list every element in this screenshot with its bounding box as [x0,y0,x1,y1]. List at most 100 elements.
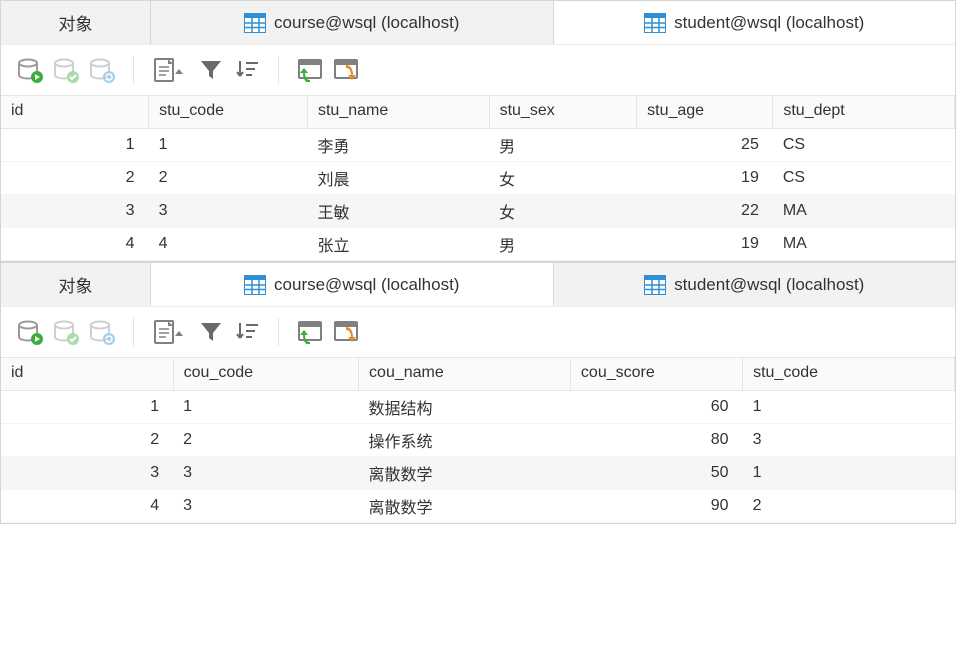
sort-button[interactable] [232,317,262,347]
course-table: id cou_code cou_name cou_score stu_code … [1,357,955,523]
cell-stu-name[interactable]: 王敏 [307,195,489,228]
cell-stu-dept[interactable]: CS [773,162,955,195]
col-stu-code[interactable]: stu_code [743,358,955,391]
col-stu-dept[interactable]: stu_dept [773,96,955,129]
table-row[interactable]: 43离散数学902 [1,490,955,523]
db-ok-button[interactable] [51,55,81,85]
export-button[interactable] [331,317,361,347]
table-icon [244,275,266,295]
cell-id[interactable]: 4 [1,490,173,523]
cell-stu-code[interactable]: 2 [149,162,308,195]
db-run-button[interactable] [15,317,45,347]
cell-cou-name[interactable]: 数据结构 [359,391,571,424]
col-id[interactable]: id [1,358,173,391]
cell-stu-dept[interactable]: MA [773,195,955,228]
cell-stu-age[interactable]: 25 [637,129,773,162]
cell-cou-code[interactable]: 3 [173,490,358,523]
cell-cou-code[interactable]: 2 [173,424,358,457]
sort-button[interactable] [232,55,262,85]
col-cou-score[interactable]: cou_score [570,358,742,391]
col-id[interactable]: id [1,96,149,129]
filter-button[interactable] [196,317,226,347]
col-stu-name[interactable]: stu_name [307,96,489,129]
cell-stu-sex[interactable]: 男 [489,129,637,162]
db-ok-button[interactable] [51,317,81,347]
tab-course[interactable]: course@wsql (localhost) [151,1,554,44]
toolbar-separator [278,318,279,346]
col-cou-name[interactable]: cou_name [359,358,571,391]
cell-stu-code[interactable]: 3 [743,424,955,457]
page-button[interactable] [150,55,190,85]
tab-objects-label: 对象 [59,10,93,35]
col-stu-sex[interactable]: stu_sex [489,96,637,129]
cell-cou-score[interactable]: 60 [570,391,742,424]
cell-stu-code[interactable]: 1 [149,129,308,162]
cell-stu-code[interactable]: 2 [743,490,955,523]
cell-cou-name[interactable]: 操作系统 [359,424,571,457]
table-row[interactable]: 11李勇男25CS [1,129,955,162]
cell-cou-score[interactable]: 90 [570,490,742,523]
tab-objects[interactable]: 对象 [1,263,151,306]
cell-id[interactable]: 3 [1,457,173,490]
tab-student[interactable]: student@wsql (localhost) [554,263,956,306]
cell-id[interactable]: 2 [1,424,173,457]
table-row[interactable]: 33王敏女22MA [1,195,955,228]
cell-stu-name[interactable]: 张立 [307,228,489,261]
cell-cou-code[interactable]: 3 [173,457,358,490]
col-stu-code[interactable]: stu_code [149,96,308,129]
tab-objects-label: 对象 [59,272,93,297]
cell-stu-sex[interactable]: 男 [489,228,637,261]
cell-stu-dept[interactable]: MA [773,228,955,261]
cell-stu-sex[interactable]: 女 [489,162,637,195]
panel-course: 对象 course@wsql (localhost) student@wsql … [0,262,956,524]
table-header-row: id cou_code cou_name cou_score stu_code [1,358,955,391]
cell-id[interactable]: 4 [1,228,149,261]
col-stu-age[interactable]: stu_age [637,96,773,129]
page-button[interactable] [150,317,190,347]
cell-cou-code[interactable]: 1 [173,391,358,424]
tab-objects[interactable]: 对象 [1,1,151,44]
tab-student-label: student@wsql (localhost) [674,275,864,295]
cell-cou-name[interactable]: 离散数学 [359,457,571,490]
import-button[interactable] [295,317,325,347]
cell-stu-age[interactable]: 19 [637,228,773,261]
db-run-button[interactable] [15,55,45,85]
cell-cou-score[interactable]: 50 [570,457,742,490]
cell-stu-code[interactable]: 1 [743,391,955,424]
table-row[interactable]: 22操作系统803 [1,424,955,457]
cell-cou-name[interactable]: 离散数学 [359,490,571,523]
student-table: id stu_code stu_name stu_sex stu_age stu… [1,95,955,261]
tab-student[interactable]: student@wsql (localhost) [554,1,956,44]
cell-id[interactable]: 3 [1,195,149,228]
cell-stu-sex[interactable]: 女 [489,195,637,228]
filter-button[interactable] [196,55,226,85]
toolbar-separator [133,56,134,84]
toolbar-bottom [1,306,955,357]
table-row[interactable]: 44张立男19MA [1,228,955,261]
table-row[interactable]: 33离散数学501 [1,457,955,490]
cell-stu-age[interactable]: 22 [637,195,773,228]
export-button[interactable] [331,55,361,85]
cell-stu-age[interactable]: 19 [637,162,773,195]
cell-stu-name[interactable]: 李勇 [307,129,489,162]
table-row[interactable]: 11数据结构601 [1,391,955,424]
cell-cou-score[interactable]: 80 [570,424,742,457]
cell-stu-code[interactable]: 3 [149,195,308,228]
cell-stu-name[interactable]: 刘晨 [307,162,489,195]
cell-stu-code[interactable]: 4 [149,228,308,261]
table-icon [244,13,266,33]
cell-id[interactable]: 2 [1,162,149,195]
cell-stu-code[interactable]: 1 [743,457,955,490]
cell-id[interactable]: 1 [1,391,173,424]
col-cou-code[interactable]: cou_code [173,358,358,391]
cell-stu-dept[interactable]: CS [773,129,955,162]
table-row[interactable]: 22刘晨女19CS [1,162,955,195]
tab-course-label: course@wsql (localhost) [274,13,459,33]
cell-id[interactable]: 1 [1,129,149,162]
import-button[interactable] [295,55,325,85]
db-refresh-button[interactable] [87,317,117,347]
tab-course[interactable]: course@wsql (localhost) [151,263,554,306]
panel-student: 对象 course@wsql (localhost) student@wsql … [0,0,956,262]
table-icon [644,275,666,295]
db-refresh-button[interactable] [87,55,117,85]
